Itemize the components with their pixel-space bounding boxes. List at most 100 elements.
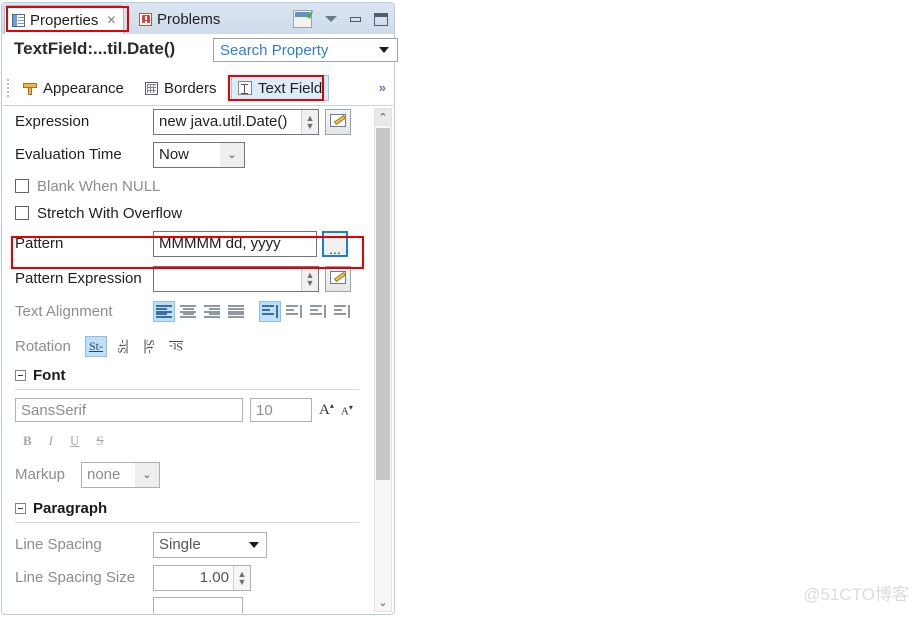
tab-properties[interactable]: Properties ✕	[4, 5, 125, 34]
valign-justify-button[interactable]	[331, 301, 353, 322]
paragraph-group-header[interactable]: Paragraph	[3, 500, 371, 517]
properties-form: Expression new java.util.Date() ▲ ▼ Evalu…	[3, 108, 371, 613]
row-next-field-partial[interactable]	[153, 597, 243, 613]
font-style-group: B I U S	[3, 427, 371, 455]
rotation-none-button[interactable]: St-	[85, 336, 107, 357]
header-row: TextField:...til.Date() Search Property	[3, 37, 398, 68]
tab-problems-label: Problems	[157, 11, 221, 28]
chevron-down-icon[interactable]: ⌄	[135, 462, 159, 487]
tab-problems[interactable]: Problems	[132, 5, 227, 34]
pattern-expression-stepper[interactable]: ▲ ▼	[301, 266, 318, 291]
properties-view: Properties ✕ Problems TextField:...til.D…	[0, 0, 398, 617]
chevron-down-icon[interactable]	[379, 47, 389, 53]
font-size-select[interactable]: 10	[250, 398, 312, 422]
blank-when-null-checkbox[interactable]	[15, 179, 29, 193]
italic-button[interactable]: I	[49, 433, 53, 449]
sidebar-item-appearance[interactable]: Appearance	[17, 75, 130, 101]
properties-form-scroll: Expression new java.util.Date() ▲ ▼ Evalu…	[3, 108, 393, 613]
expression-edit-button[interactable]	[325, 108, 351, 135]
vertical-scrollbar[interactable]: ⌃ ⌄	[374, 108, 392, 612]
align-left-button[interactable]	[153, 301, 175, 322]
maximize-icon[interactable]	[374, 12, 388, 26]
align-center-button[interactable]	[177, 301, 199, 322]
line-spacing-label: Line Spacing	[15, 536, 102, 553]
view-toolbar	[293, 9, 388, 29]
row-stretch-with-overflow[interactable]: Stretch With Overflow	[3, 201, 371, 225]
pattern-value: MMMMM dd, yyyy	[159, 235, 281, 252]
valign-top-button[interactable]	[259, 301, 281, 322]
align-justify-button[interactable]	[225, 301, 247, 322]
pattern-expression-edit-button[interactable]	[325, 265, 351, 292]
underline-button[interactable]: U	[70, 433, 79, 449]
rotation-right-button[interactable]: St-	[139, 336, 161, 357]
pattern-input[interactable]: MMMMM dd, yyyy	[153, 230, 317, 257]
font-group-header[interactable]: Font	[3, 367, 371, 384]
overflow-chevron-icon[interactable]: »	[379, 80, 386, 95]
valign-middle-button[interactable]	[283, 301, 305, 322]
watermark: @51CTO博客	[803, 585, 909, 604]
markup-value: none	[87, 466, 121, 483]
increase-font-size-button[interactable]: A▴	[319, 401, 334, 419]
page-title: TextField:...til.Date()	[14, 39, 176, 58]
bold-button[interactable]: B	[23, 433, 32, 449]
sidebar-item-text-field-label: Text Field	[258, 79, 323, 97]
align-right-button[interactable]	[201, 301, 223, 322]
chevron-down-icon[interactable]: ⌄	[220, 142, 244, 167]
rotation-upside-down-button[interactable]: St-	[165, 336, 187, 357]
sidebar-item-text-field[interactable]: Text Field	[231, 75, 330, 101]
sidebar-item-appearance-label: Appearance	[43, 79, 124, 97]
font-size-value: 10	[256, 401, 273, 419]
divider	[15, 389, 359, 390]
line-spacing-size-value: 1.00	[199, 569, 229, 586]
scrollbar-thumb[interactable]	[376, 128, 390, 480]
line-spacing-size-label: Line Spacing Size	[15, 569, 136, 586]
pattern-browse-button[interactable]: ...	[322, 230, 348, 257]
grid-icon	[145, 81, 158, 95]
stretch-with-overflow-checkbox[interactable]	[15, 206, 29, 220]
row-pattern-expression: Pattern Expression ▲ ▼	[3, 265, 371, 292]
rotation-left-button[interactable]: St-	[111, 336, 133, 357]
chevron-down-icon[interactable]	[249, 541, 259, 548]
expression-input[interactable]: new java.util.Date() ▲ ▼	[153, 108, 319, 135]
markup-select[interactable]: none ⌄	[81, 461, 160, 488]
font-family-value: SansSerif	[21, 401, 87, 419]
evaluation-time-label: Evaluation Time	[15, 146, 122, 163]
blank-when-null-label: Blank When NULL	[37, 177, 161, 195]
scroll-up-button[interactable]: ⌃	[375, 109, 391, 126]
evaluation-time-value: Now	[159, 146, 190, 163]
horizontal-alignment-group	[153, 301, 247, 322]
scroll-down-button[interactable]: ⌄	[375, 594, 391, 611]
collapse-icon[interactable]	[15, 370, 26, 381]
vertical-alignment-group	[259, 301, 353, 322]
paragraph-group-title: Paragraph	[33, 500, 108, 517]
view-tab-bar: Properties ✕ Problems	[2, 3, 394, 34]
line-spacing-size-stepper[interactable]: ▲ ▼	[233, 565, 250, 590]
text-alignment-label: Text Alignment	[15, 303, 113, 320]
pattern-expression-input[interactable]: ▲ ▼	[153, 265, 319, 292]
strikethrough-button[interactable]: S	[96, 433, 103, 449]
rotation-label: Rotation	[15, 338, 71, 355]
problems-icon	[139, 13, 152, 26]
decrease-font-size-button[interactable]: A▾	[341, 403, 353, 418]
evaluation-time-select[interactable]: Now ⌄	[153, 141, 245, 168]
pattern-expression-label: Pattern Expression	[15, 270, 142, 287]
close-icon[interactable]: ✕	[106, 14, 116, 26]
view-menu-icon[interactable]	[325, 16, 337, 22]
expression-stepper[interactable]: ▲ ▼	[301, 109, 318, 134]
row-font: SansSerif 10 A▴ A▾	[3, 398, 371, 422]
properties-icon	[12, 13, 25, 27]
row-pattern: Pattern MMMMM dd, yyyy ...	[3, 230, 371, 257]
valign-bottom-button[interactable]	[307, 301, 329, 322]
row-blank-when-null[interactable]: Blank When NULL	[3, 174, 371, 198]
line-spacing-select[interactable]: Single	[153, 531, 267, 558]
stretch-with-overflow-label: Stretch With Overflow	[37, 204, 183, 222]
toolbar-grip[interactable]	[7, 79, 9, 98]
collapse-icon[interactable]	[15, 503, 26, 514]
line-spacing-size-input[interactable]: 1.00 ▲ ▼	[153, 564, 251, 591]
minimize-icon[interactable]	[350, 16, 361, 22]
pattern-label: Pattern	[15, 235, 64, 252]
font-family-select[interactable]: SansSerif	[15, 398, 243, 422]
sidebar-item-borders[interactable]: Borders	[139, 75, 223, 101]
search-property-input[interactable]: Search Property	[213, 38, 398, 62]
pin-view-icon[interactable]	[293, 10, 312, 28]
